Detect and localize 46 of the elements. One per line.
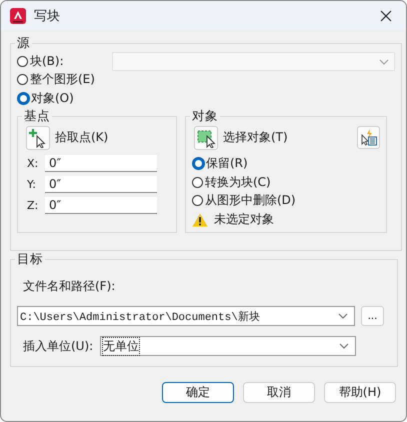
quick-select-button[interactable]: [357, 126, 380, 149]
radio-button[interactable]: [17, 56, 28, 67]
file-path-label: 文件名和路径(F):: [23, 278, 116, 295]
coordinate-label: Y:: [27, 178, 37, 190]
coordinate-field[interactable]: 0″: [45, 154, 157, 172]
chevron-icon: [379, 58, 389, 64]
radio-button[interactable]: [192, 176, 203, 188]
group-label: 基点: [23, 108, 51, 124]
radio-label[interactable]: 块(B):: [30, 52, 64, 70]
coordinate-field[interactable]: 0″: [45, 176, 157, 192]
radio-label[interactable]: 对象(O): [31, 90, 74, 107]
radio-label[interactable]: 整个图形(E): [30, 71, 95, 88]
close-icon[interactable]: [380, 10, 392, 22]
radio-button[interactable]: [192, 157, 205, 170]
dialog-button[interactable]: 取消: [243, 382, 315, 403]
radio-label[interactable]: 从图形中删除(D): [205, 192, 296, 210]
group-label: 源: [16, 35, 31, 52]
group-label: 目标: [16, 251, 44, 268]
coordinate-field[interactable]: 0″: [45, 196, 157, 214]
units-label: 插入单位(U):: [23, 338, 94, 354]
coordinate-label: Z:: [27, 198, 40, 212]
radio-button[interactable]: [192, 195, 203, 206]
group-label: 对象: [191, 108, 219, 124]
file-path-dropdown[interactable]: C:\Users\Administrator\Documents\新块: [17, 306, 355, 326]
select-objects-button[interactable]: [194, 126, 218, 150]
radio-button[interactable]: [17, 74, 28, 86]
pick-point-button[interactable]: [26, 126, 50, 150]
radio-label[interactable]: 转换为块(C): [205, 174, 271, 191]
radio-button[interactable]: [17, 92, 30, 105]
pick-point-label[interactable]: 拾取点(K): [55, 129, 108, 146]
chevron-icon: [339, 343, 350, 349]
quick-select-icon: [360, 128, 378, 146]
warning-text: 未选定对象: [214, 211, 274, 228]
coordinate-label: X:: [27, 156, 40, 170]
radio-label[interactable]: 保留(R): [206, 155, 248, 172]
chevron-icon: [338, 313, 348, 319]
browse-button[interactable]: ...: [361, 306, 384, 326]
units-dropdown[interactable]: 无单位: [100, 336, 356, 356]
app-icon: [10, 8, 26, 24]
dialog-button[interactable]: 确定: [162, 382, 234, 403]
warning-icon: [192, 212, 208, 226]
window-title: 写块: [34, 8, 61, 24]
plus-cursor-icon: [28, 128, 48, 148]
select-objects-label[interactable]: 选择对象(T): [223, 129, 288, 146]
dialog-button[interactable]: 帮助(H): [324, 382, 396, 403]
selection-cursor-icon: [196, 128, 216, 148]
